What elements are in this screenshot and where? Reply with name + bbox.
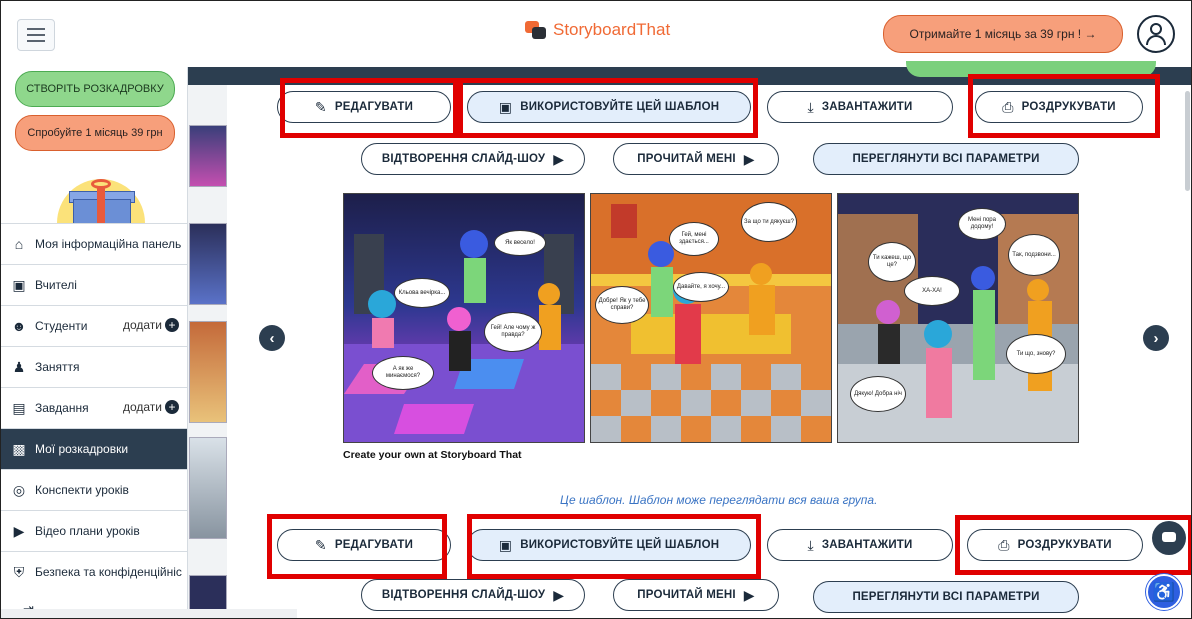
- highlight-box: [458, 78, 758, 138]
- sidebar-item-video-lessons[interactable]: ▶ Відео плани уроків: [1, 510, 187, 551]
- highlight-box: [280, 78, 458, 138]
- teacher-icon: ▣: [12, 276, 26, 293]
- sidebar-item-label: Відео плани уроків: [35, 524, 140, 538]
- thumbnail[interactable]: [189, 125, 227, 187]
- highlight-box: [968, 74, 1160, 138]
- sidebar-item-label: Вчителі: [35, 278, 77, 292]
- play-icon: ▶: [743, 586, 755, 603]
- add-assignment-button[interactable]: додати +: [123, 400, 179, 414]
- logo-icon: [525, 19, 547, 41]
- app-window: StoryboardThat Отримайте 1 місяць за 39 …: [0, 0, 1192, 619]
- speech-bubble: Так, подзвони...: [1008, 234, 1060, 276]
- trial-button[interactable]: Спробуйте 1 місяць 39 грн: [15, 115, 175, 151]
- highlight-box: [467, 514, 761, 579]
- storyboard-cell-1: Як весело! Кльова вечірка... Гей! Але чо…: [343, 193, 585, 443]
- read-to-me-button[interactable]: ПРОЧИТАЙ МЕНІ ▶: [613, 143, 779, 175]
- sidebar-item-classes[interactable]: ♟ Заняття: [1, 346, 187, 387]
- sidebar-nav: ⌂ Моя інформаційна панель ▣ Вчителі ☻ Ст…: [1, 223, 187, 592]
- download-icon: ⤓: [807, 536, 814, 553]
- logo-text: StoryboardThat: [553, 20, 671, 39]
- speech-bubble: А як же минаємося?: [372, 356, 434, 390]
- speech-bubble: Давайте, я хочу...: [673, 272, 729, 302]
- speech-bubble: За що ти дякуєш?: [741, 202, 797, 242]
- storyboard-cell-2: Гей, мені здається... За що ти дякуєш? Д…: [590, 193, 832, 443]
- thumbnail[interactable]: [189, 437, 227, 539]
- speech-bubble: Дякую! Добра ніч: [850, 376, 906, 412]
- sidebar-item-label: Мої розкадровки: [35, 442, 129, 456]
- logo[interactable]: StoryboardThat: [525, 19, 670, 41]
- add-students-button[interactable]: додати +: [123, 318, 179, 332]
- home-icon: ⌂: [14, 236, 24, 252]
- cell-illustration: [344, 230, 584, 442]
- sidebar-item-teachers[interactable]: ▣ Вчителі: [1, 264, 187, 305]
- download-button[interactable]: ⤓ ЗАВАНТАЖИТИ: [767, 91, 953, 123]
- speech-bubble: ХА-ХА!: [904, 276, 960, 306]
- sidebar: СТВОРІТЬ РОЗКАДРОВКУ Спробуйте 1 місяць …: [1, 67, 188, 618]
- read-to-me-button-bottom[interactable]: ПРОЧИТАЙ МЕНІ ▶: [613, 579, 779, 611]
- sidebar-item-dashboard[interactable]: ⌂ Моя інформаційна панель: [1, 223, 187, 264]
- slideshow-button-bottom[interactable]: ВІДТВОРЕННЯ СЛАЙД-ШОУ ▶: [361, 579, 585, 611]
- gift-illustration: [51, 159, 151, 223]
- user-avatar-icon[interactable]: [1137, 15, 1175, 53]
- lesson-plans-icon: ◎: [12, 481, 26, 498]
- plus-icon: +: [165, 318, 179, 332]
- speech-bubble: Ти що, знову?: [1006, 334, 1066, 374]
- sidebar-item-label: Моя інформаційна панель: [35, 237, 182, 251]
- top-bar: StoryboardThat Отримайте 1 місяць за 39 …: [1, 1, 1191, 68]
- download-icon: ⤓: [807, 98, 814, 115]
- sidebar-item-lesson-plans[interactable]: ◎ Конспекти уроків: [1, 469, 187, 510]
- assignment-icon: ▤: [12, 399, 26, 416]
- speech-bubble: Добре! Як у тебе справи?: [595, 286, 649, 324]
- sidebar-item-label: Безпека та конфіденційніс: [35, 565, 182, 579]
- speech-bubble: Мені пора додому!: [958, 208, 1006, 240]
- shield-icon: ⛨: [13, 563, 25, 580]
- play-icon: ▶: [553, 150, 565, 167]
- browser-status-bar: [1, 609, 297, 618]
- accessibility-icon[interactable]: ♿: [1146, 574, 1182, 610]
- sidebar-item-students[interactable]: ☻ Студенти додати +: [1, 305, 187, 346]
- download-button-bottom[interactable]: ⤓ ЗАВАНТАЖИТИ: [767, 529, 953, 561]
- scrollbar[interactable]: [1185, 91, 1190, 191]
- next-arrow-icon[interactable]: ›: [1143, 325, 1169, 351]
- hamburger-menu-icon[interactable]: [17, 19, 55, 51]
- create-storyboard-button[interactable]: СТВОРІТЬ РОЗКАДРОВКУ: [15, 71, 175, 107]
- sidebar-item-label: Студенти: [35, 319, 88, 333]
- sidebar-item-my-storyboards[interactable]: ▩ Мої розкадровки: [1, 428, 187, 469]
- speech-bubble: Гей! Але чому ж правда?: [484, 312, 542, 352]
- storyboards-icon: ▩: [12, 440, 26, 457]
- students-icon: ☻: [11, 318, 27, 334]
- slideshow-button[interactable]: ВІДТВОРЕННЯ СЛАЙД-ШОУ ▶: [361, 143, 585, 175]
- video-icon: ▶: [13, 522, 25, 539]
- storyboard-caption: Create your own at Storyboard That: [343, 449, 522, 461]
- chat-icon[interactable]: [1152, 521, 1186, 555]
- classes-icon: ♟: [12, 358, 26, 375]
- play-icon: ▶: [743, 150, 755, 167]
- template-note: Це шаблон. Шаблон може переглядати вся в…: [560, 493, 878, 507]
- view-all-options-button[interactable]: ПЕРЕГЛЯНУТИ ВСІ ПАРАМЕТРИ: [813, 143, 1079, 175]
- thumbnail-strip: [187, 85, 227, 618]
- sidebar-item-label: Конспекти уроків: [35, 483, 129, 497]
- speech-bubble: Як весело!: [494, 230, 546, 256]
- sidebar-item-privacy[interactable]: ⛨ Безпека та конфіденційніс: [1, 551, 187, 592]
- previous-arrow-icon[interactable]: ‹: [259, 325, 285, 351]
- speech-bubble: Кльова вечірка...: [394, 278, 450, 308]
- storyboard-cell-3: Мені пора додому! Ти кажеш, що це? Так, …: [837, 193, 1079, 443]
- plus-icon: +: [165, 400, 179, 414]
- highlight-box: [267, 514, 447, 579]
- thumbnail[interactable]: [189, 321, 227, 423]
- play-icon: ▶: [553, 586, 565, 603]
- thumbnail[interactable]: [189, 223, 227, 305]
- promo-button[interactable]: Отримайте 1 місяць за 39 грн ! →: [883, 15, 1123, 53]
- sidebar-item-assignments[interactable]: ▤ Завдання додати +: [1, 387, 187, 428]
- view-all-options-button-bottom[interactable]: ПЕРЕГЛЯНУТИ ВСІ ПАРАМЕТРИ: [813, 581, 1079, 613]
- speech-bubble: Ти кажеш, що це?: [868, 242, 916, 282]
- sidebar-item-label: Заняття: [35, 360, 80, 374]
- sidebar-item-label: Завдання: [35, 401, 89, 415]
- speech-bubble: Гей, мені здається...: [669, 222, 719, 256]
